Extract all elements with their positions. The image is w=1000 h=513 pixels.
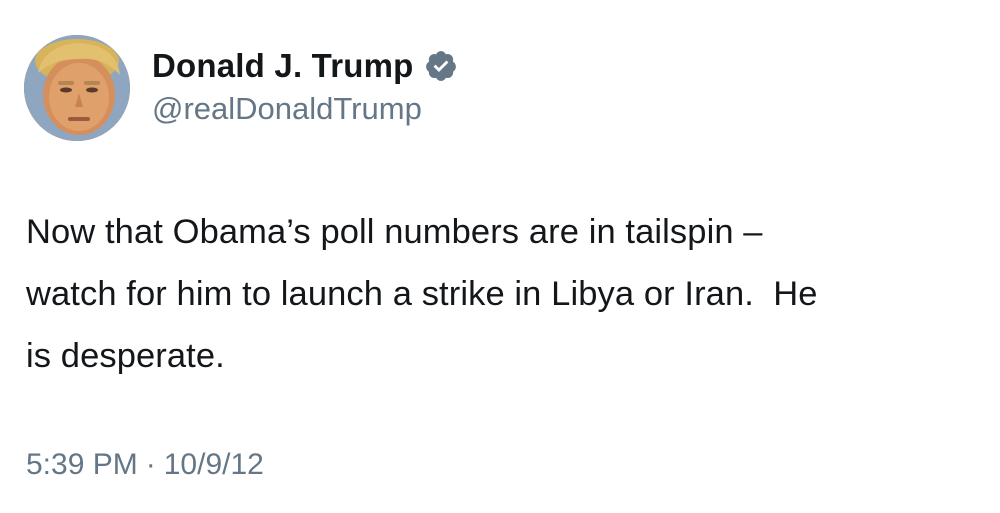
tweet-time: 5:39 PM [26, 448, 138, 481]
tweet-timestamp[interactable]: 5:39 PM · 10/9/12 [26, 448, 264, 482]
tweet-card: Donald J. Trump @realDonaldTrump Now tha… [0, 0, 1000, 513]
avatar[interactable] [24, 35, 130, 141]
verified-badge-icon [424, 49, 458, 83]
author-name-row[interactable]: Donald J. Trump [152, 44, 458, 88]
tweet-text-line-2: watch for him to launch a strike in Liby… [26, 275, 818, 313]
tweet-text-line-3: is desperate. [26, 337, 225, 375]
profile-photo-icon [24, 35, 130, 141]
tweet-text: Now that Obama’s poll numbers are in tai… [26, 201, 986, 387]
display-name[interactable]: Donald J. Trump [152, 47, 414, 85]
meta-separator: · [145, 448, 156, 481]
tweet-date: 10/9/12 [163, 448, 264, 481]
tweet-text-line-1: Now that Obama’s poll numbers are in tai… [26, 213, 763, 251]
user-handle[interactable]: @realDonaldTrump [152, 91, 422, 127]
